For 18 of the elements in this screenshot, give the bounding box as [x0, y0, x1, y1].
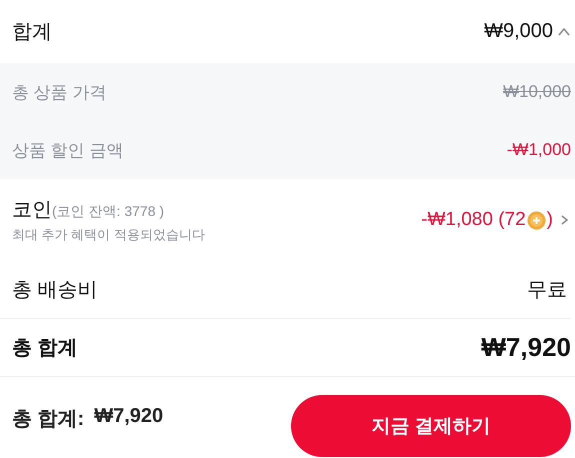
price-value: ₩10,000: [502, 82, 571, 102]
subtotal-value: ₩9,000: [484, 20, 553, 43]
coin-balance: (코인 잔액: 3778 ): [52, 203, 164, 219]
shipping-label: 총 배송비: [12, 278, 98, 303]
price-label: 상품 할인 금액: [12, 140, 124, 162]
coin-discount[interactable]: -₩1,080 (72 ): [421, 209, 553, 231]
subtotal-label: 합계: [12, 20, 52, 45]
footer-total-value: ₩7,920: [94, 404, 164, 428]
total-value: ₩7,920: [481, 332, 571, 363]
coin-icon: [526, 210, 546, 230]
shipping-value: 무료: [527, 278, 567, 303]
price-label: 총 상품 가격: [12, 82, 106, 104]
price-value: -₩1,000: [506, 140, 571, 160]
coin-note: 최대 추가 혜택이 적용되었습니다: [12, 226, 205, 244]
footer-total-label: 총 합계:: [12, 406, 84, 432]
pay-now-button[interactable]: 지금 결제하기: [291, 395, 571, 457]
total-label: 총 합계: [12, 336, 78, 361]
coins-label: 코인: [12, 199, 52, 221]
